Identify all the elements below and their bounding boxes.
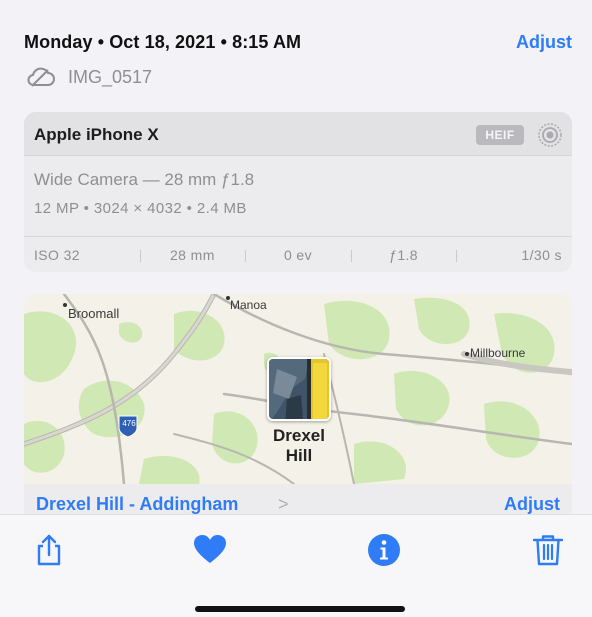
photo-info-screen: Monday • Oct 18, 2021 • 8:15 AM Adjust I… (0, 0, 592, 617)
map-label-millbourne: Millbourne (470, 346, 526, 360)
photo-thumbnail[interactable] (267, 357, 331, 421)
live-photo-icon[interactable] (536, 121, 564, 149)
map-dot-manoa (226, 296, 230, 300)
map-label-manoa: Manoa (230, 298, 267, 312)
image-specs: 12 MP • 3024 × 4032 • 2.4 MB (34, 200, 247, 217)
heart-icon (194, 535, 226, 563)
info-button[interactable] (367, 533, 401, 567)
photo-info-header: Monday • Oct 18, 2021 • 8:15 AM Adjust I… (24, 32, 572, 92)
exif-iso: ISO 32 (34, 246, 80, 263)
adjust-location-button[interactable]: Adjust (504, 494, 560, 515)
camera-info-header: Apple iPhone X HEIF (24, 112, 572, 156)
home-indicator[interactable] (195, 606, 405, 612)
share-button[interactable] (32, 533, 66, 567)
lens-info: Wide Camera — 28 mm ƒ1.8 (34, 170, 255, 189)
exif-shutter: 1/30 s (456, 247, 572, 263)
map-dot-broomall (63, 303, 67, 307)
cloud-icon (27, 67, 55, 87)
exif-aperture: ƒ1.8 (350, 247, 457, 263)
map-dot-millbourne (465, 352, 469, 356)
map-label-hill: Hill (285, 446, 313, 465)
adjust-date-button[interactable]: Adjust (516, 32, 572, 53)
map-label-drexel: Drexel (273, 426, 325, 445)
location-map-card[interactable]: Broomall Manoa Millbourne 476 Drexel Hil… (24, 294, 572, 524)
file-name-row: IMG_0517 (26, 66, 152, 88)
exif-focal-length: 28 mm (139, 247, 246, 263)
map-label-highway: 476 (122, 419, 136, 428)
delete-button[interactable] (531, 533, 565, 567)
exif-row: ISO 32 28 mm 0 ev ƒ1.8 1/30 s (24, 236, 572, 272)
capture-date-time: Monday • Oct 18, 2021 • 8:15 AM (24, 32, 302, 52)
info-icon (368, 534, 400, 566)
favorite-button[interactable] (193, 533, 227, 567)
map-label-drexel-hill: Drexel Hill (260, 426, 338, 466)
chevron-right-icon: > (278, 494, 289, 514)
trash-icon (532, 535, 564, 566)
file-name: IMG_0517 (68, 66, 153, 87)
bottom-toolbar (0, 514, 592, 617)
map-label-broomall: Broomall (68, 306, 120, 321)
share-icon (37, 534, 61, 566)
format-badge: HEIF (476, 125, 524, 145)
device-name: Apple iPhone X (34, 125, 159, 144)
photo-thumbnail-image (269, 359, 329, 419)
location-link[interactable]: Drexel Hill - Addingham (36, 494, 238, 515)
exif-exposure: 0 ev (245, 247, 351, 263)
camera-info-card: Apple iPhone X HEIF Wide Camera — 28 mm … (24, 112, 572, 272)
